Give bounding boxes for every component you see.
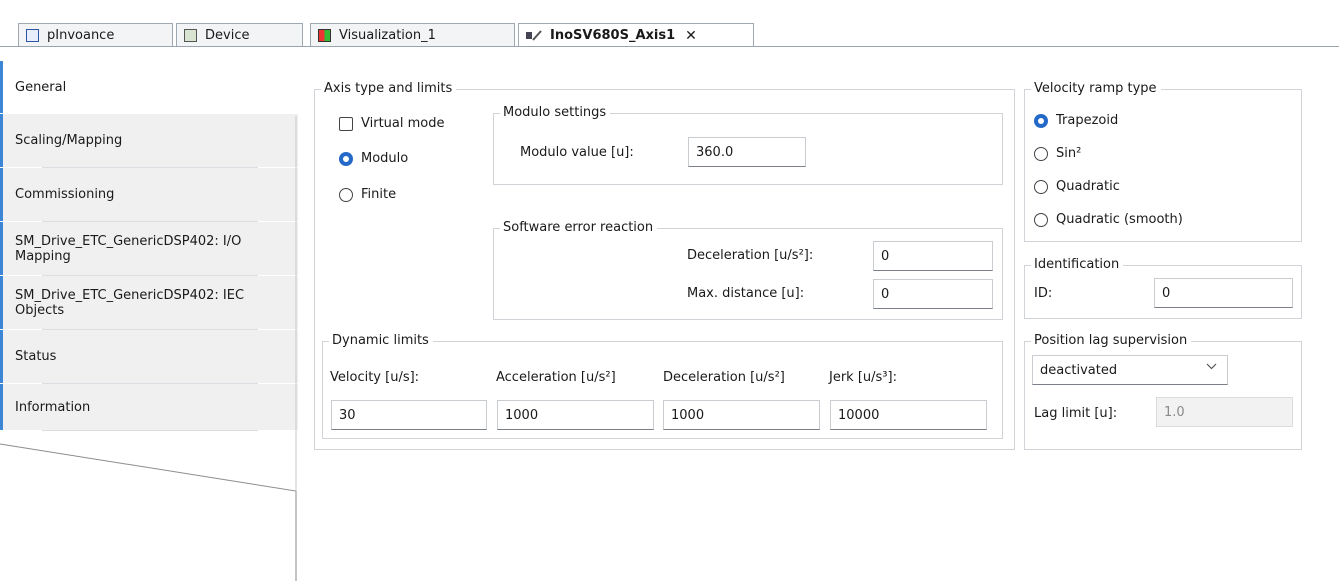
lag-limit-field: 1.0 bbox=[1156, 397, 1293, 427]
field-value: 1000 bbox=[505, 407, 539, 423]
group-title: Identification bbox=[1031, 257, 1124, 273]
pou-icon bbox=[26, 28, 39, 42]
trapezoid-label: Trapezoid bbox=[1056, 113, 1119, 128]
axis-icon bbox=[526, 29, 542, 42]
quadratic-smooth-label: Quadratic (smooth) bbox=[1056, 212, 1183, 227]
quadratic-label: Quadratic bbox=[1056, 179, 1120, 194]
id-label: ID: bbox=[1034, 286, 1053, 301]
finite-label: Finite bbox=[361, 187, 397, 202]
field-value: 360.0 bbox=[696, 144, 734, 160]
group-title: Modulo settings bbox=[500, 105, 611, 121]
field-value: 0 bbox=[881, 248, 890, 264]
tab-pinvoance[interactable]: pInvoance bbox=[18, 23, 173, 46]
acceleration-label: Acceleration [u/s²] bbox=[496, 370, 616, 385]
tab-visualization[interactable]: Visualization_1 bbox=[310, 23, 515, 46]
velocity-label: Velocity [u/s]: bbox=[330, 370, 420, 385]
sw-deceleration-field[interactable]: 0 bbox=[873, 241, 993, 271]
field-value: 1.0 bbox=[1164, 404, 1185, 420]
chevron-down-icon bbox=[1206, 361, 1217, 375]
velocity-field[interactable]: 30 bbox=[331, 400, 487, 430]
tab-axis[interactable]: InoSV680S_Axis1 ✕ bbox=[518, 23, 754, 47]
group-title: Position lag supervision bbox=[1031, 333, 1192, 349]
position-lag-mode-dropdown[interactable]: deactivated bbox=[1032, 355, 1228, 385]
config-sidebar: General Scaling/Mapping Commissioning SM… bbox=[0, 61, 298, 581]
deceleration-field[interactable]: 1000 bbox=[663, 400, 820, 430]
lag-limit-label: Lag limit [u]: bbox=[1034, 406, 1118, 421]
modulo-radio[interactable] bbox=[339, 152, 353, 166]
close-icon[interactable]: ✕ bbox=[685, 28, 697, 44]
sin2-radio[interactable] bbox=[1034, 147, 1048, 161]
virtual-mode-label: Virtual mode bbox=[361, 116, 445, 131]
finite-radio[interactable] bbox=[339, 188, 353, 202]
virtual-mode-checkbox[interactable] bbox=[339, 117, 353, 131]
quadratic-smooth-radio[interactable] bbox=[1034, 213, 1048, 227]
group-title: Velocity ramp type bbox=[1031, 81, 1161, 97]
field-value: 30 bbox=[339, 407, 356, 423]
tab-label: pInvoance bbox=[47, 27, 115, 43]
jerk-field[interactable]: 10000 bbox=[830, 400, 987, 430]
group-title: Axis type and limits bbox=[321, 81, 457, 97]
dropdown-value: deactivated bbox=[1040, 362, 1118, 378]
id-field[interactable]: 0 bbox=[1154, 278, 1293, 308]
tab-label: Visualization_1 bbox=[339, 27, 436, 43]
max-distance-label: Max. distance [u]: bbox=[687, 286, 805, 301]
tab-label: InoSV680S_Axis1 bbox=[550, 28, 676, 43]
group-title: Dynamic limits bbox=[329, 333, 433, 349]
field-value: 10000 bbox=[838, 407, 880, 423]
device-icon bbox=[184, 28, 197, 42]
max-distance-field[interactable]: 0 bbox=[873, 279, 993, 309]
deceleration-label: Deceleration [u/s²] bbox=[663, 370, 785, 385]
tab-device[interactable]: Device bbox=[176, 23, 303, 46]
sw-deceleration-label: Deceleration [u/s²]: bbox=[687, 248, 814, 263]
visualization-icon bbox=[318, 28, 331, 42]
field-value: 0 bbox=[1162, 285, 1171, 301]
sidebar-tab-shape bbox=[0, 116, 297, 581]
trapezoid-radio[interactable] bbox=[1034, 114, 1048, 128]
modulo-value-field[interactable]: 360.0 bbox=[688, 137, 806, 167]
quadratic-radio[interactable] bbox=[1034, 180, 1048, 194]
sin2-label: Sin² bbox=[1056, 146, 1082, 161]
field-value: 1000 bbox=[671, 407, 705, 423]
editor-tab-bar: pInvoance Device Visualization_1 InoSV68… bbox=[0, 0, 1339, 60]
modulo-label: Modulo bbox=[361, 151, 409, 166]
tab-label: Device bbox=[205, 27, 250, 43]
group-title: Software error reaction bbox=[500, 220, 658, 236]
modulo-value-label: Modulo value [u]: bbox=[520, 145, 634, 160]
jerk-label: Jerk [u/s³]: bbox=[829, 370, 897, 385]
acceleration-field[interactable]: 1000 bbox=[497, 400, 654, 430]
field-value: 0 bbox=[881, 286, 890, 302]
